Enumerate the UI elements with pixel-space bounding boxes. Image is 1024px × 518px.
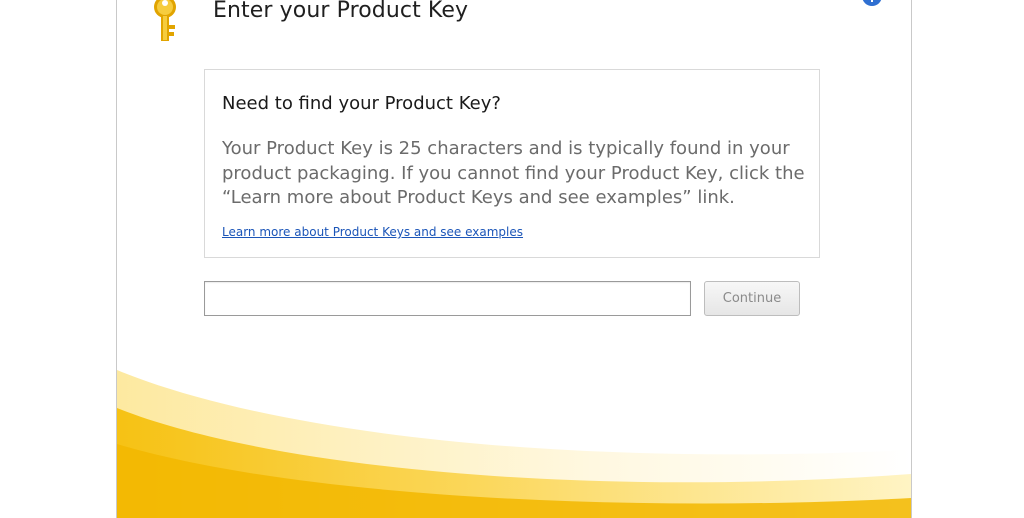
product-key-input[interactable]: [204, 281, 691, 316]
product-key-dialog: Enter your Product Key Need to find your…: [116, 0, 912, 518]
help-icon[interactable]: [862, 0, 882, 8]
continue-button-label: Continue: [722, 291, 782, 306]
dialog-title: Enter your Product Key: [213, 0, 469, 23]
info-body-text: Your Product Key is 25 characters and is…: [222, 138, 805, 208]
key-icon: [154, 0, 176, 41]
learn-more-link[interactable]: Learn more about Product Keys and see ex…: [222, 225, 523, 239]
continue-button[interactable]: Continue: [704, 281, 800, 316]
info-heading: Need to find your Product Key?: [222, 93, 501, 114]
product-key-info-panel: Need to find your Product Key? Your Prod…: [204, 69, 820, 258]
